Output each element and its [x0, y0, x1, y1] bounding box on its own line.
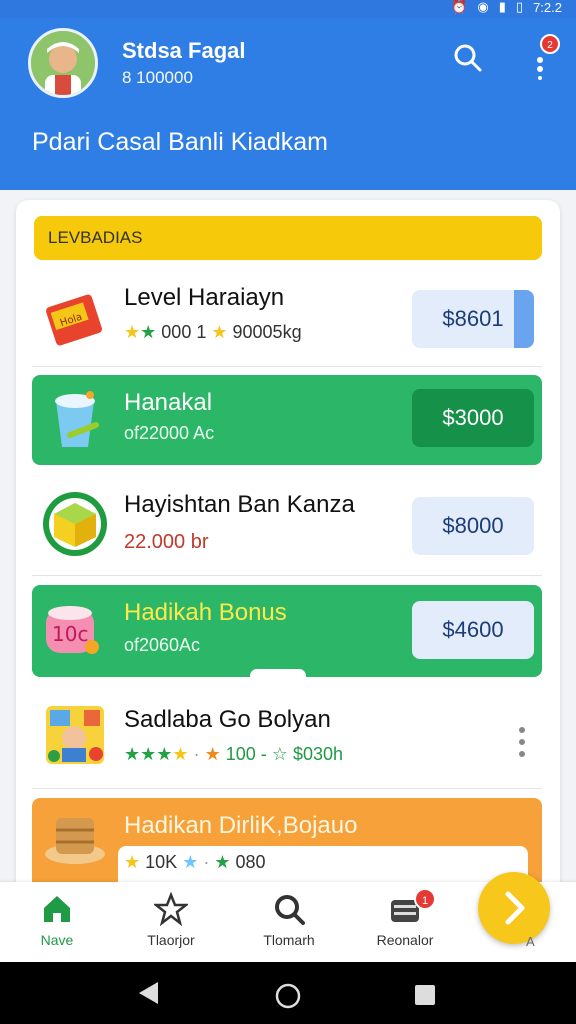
signal-icon: ▮: [498, 0, 506, 14]
list-item[interactable]: Hola Level Haraiayn ★★ 000 1 ★ 90005kg $…: [32, 270, 542, 366]
gift-card-icon: Hola: [40, 282, 110, 352]
nav-item-favorites[interactable]: Tlaorjor: [116, 892, 226, 948]
alarm-icon: ⏰: [451, 0, 468, 14]
price-button[interactable]: $8601: [412, 290, 534, 348]
list-item[interactable]: Hayishtan Ban Kanza 22.000 br $8000: [32, 475, 542, 575]
star-icon: ★: [124, 322, 141, 342]
bonus-icon: 10c: [40, 595, 110, 665]
drag-handle[interactable]: [250, 669, 306, 683]
back-triangle-icon: [139, 982, 158, 1004]
recents-square-icon: [415, 985, 435, 1005]
star-icon: [154, 892, 188, 926]
recents-button[interactable]: [414, 984, 436, 1011]
app-header: Stdsa Fagal 8 100000 2 Pdari Casal Banli…: [0, 18, 576, 190]
user-name: Stdsa Fagal: [122, 38, 246, 63]
chevron-right-icon: [505, 891, 525, 925]
back-button[interactable]: [136, 980, 160, 1011]
battery-icon: ▯: [515, 0, 524, 14]
levels-card: LEVBADIAS Hola Level Haraiayn ★★ 000 1 ★…: [16, 200, 560, 920]
list-item[interactable]: Sadlaba Go Bolyan ★★★★ · ★ 100 - ☆ $030h: [32, 690, 542, 786]
item-subtitle: of22000 Ac: [124, 423, 215, 443]
divider: [32, 575, 542, 576]
item-title: Hanakal: [124, 389, 213, 416]
nav-item-wallet[interactable]: Reonalor 1: [350, 888, 460, 948]
star-icon: ★: [182, 852, 199, 872]
rating: ★★★★ · ★ 100 - ☆ $030h: [124, 744, 344, 764]
divider: [32, 788, 542, 789]
bucket-icon: [40, 385, 110, 455]
next-fab-button[interactable]: [478, 872, 550, 944]
fab-label: A: [526, 934, 535, 949]
home-icon: [44, 896, 70, 922]
avatar[interactable]: [28, 28, 98, 98]
rating: ★★ 000 1 ★ 90005kg: [124, 322, 302, 342]
status-bar: ⏰ ◉ ▮ ▯ 7:2.2: [0, 0, 576, 18]
home-circle-icon: [275, 983, 301, 1009]
item-title: Level Haraiayn: [124, 284, 285, 311]
wallet-badge: 1: [414, 888, 436, 910]
search-icon: [275, 895, 305, 925]
item-detail-strip: ★ 10K ★ · ★ 080: [118, 846, 528, 882]
list-item[interactable]: Hanakal of22000 Ac $3000: [32, 375, 542, 465]
price-button[interactable]: $4600: [412, 601, 534, 659]
notification-badge: 2: [540, 34, 560, 54]
svg-text:10c: 10c: [52, 622, 88, 646]
star-icon: ★: [204, 744, 221, 764]
page-title: Pdari Casal Banli Kiadkam: [32, 128, 328, 156]
item-title: Hadikan DirliK,Bojauo: [124, 812, 358, 839]
star-icon: ★: [214, 852, 231, 872]
rating: ★ 10K ★ · ★ 080: [124, 852, 266, 872]
user-balance: 8 100000: [122, 68, 193, 87]
search-button[interactable]: [450, 40, 486, 76]
star-icon: ★: [172, 744, 189, 764]
nav-item-search[interactable]: Tlomarh: [234, 892, 344, 948]
list-item[interactable]: 10c Hadikah Bonus of2060Ac $4600: [32, 585, 542, 683]
game-character-icon: [40, 700, 110, 770]
star-icon: ★★★: [124, 744, 173, 764]
kebab-menu-icon: [519, 727, 525, 757]
divider: [32, 366, 542, 367]
search-icon: [454, 44, 482, 72]
star-outline-icon: ☆: [271, 744, 288, 764]
item-subtitle: of2060Ac: [124, 635, 201, 655]
star-icon: ★: [124, 852, 141, 872]
star-icon: ★: [140, 322, 157, 342]
system-navigation-bar: [0, 962, 576, 1024]
item-title: Hadikah Bonus: [124, 599, 287, 626]
wifi-icon: ◉: [477, 0, 489, 14]
item-menu-button[interactable]: [512, 722, 532, 762]
price-button[interactable]: $8000: [412, 497, 534, 555]
star-icon: ★: [211, 322, 228, 342]
section-header: LEVBADIAS: [34, 216, 542, 260]
item-title: Hayishtan Ban Kanza: [124, 491, 355, 518]
item-title: Sadlaba Go Bolyan: [124, 706, 331, 733]
home-system-button[interactable]: [274, 982, 302, 1015]
price-button[interactable]: $3000: [412, 389, 534, 447]
status-time: 7:2.2: [533, 0, 562, 15]
basket-icon: [40, 804, 110, 874]
nav-item-home[interactable]: Nave: [2, 892, 112, 948]
cube-icon: [40, 489, 110, 559]
item-subtitle: 22.000 br: [124, 531, 209, 553]
